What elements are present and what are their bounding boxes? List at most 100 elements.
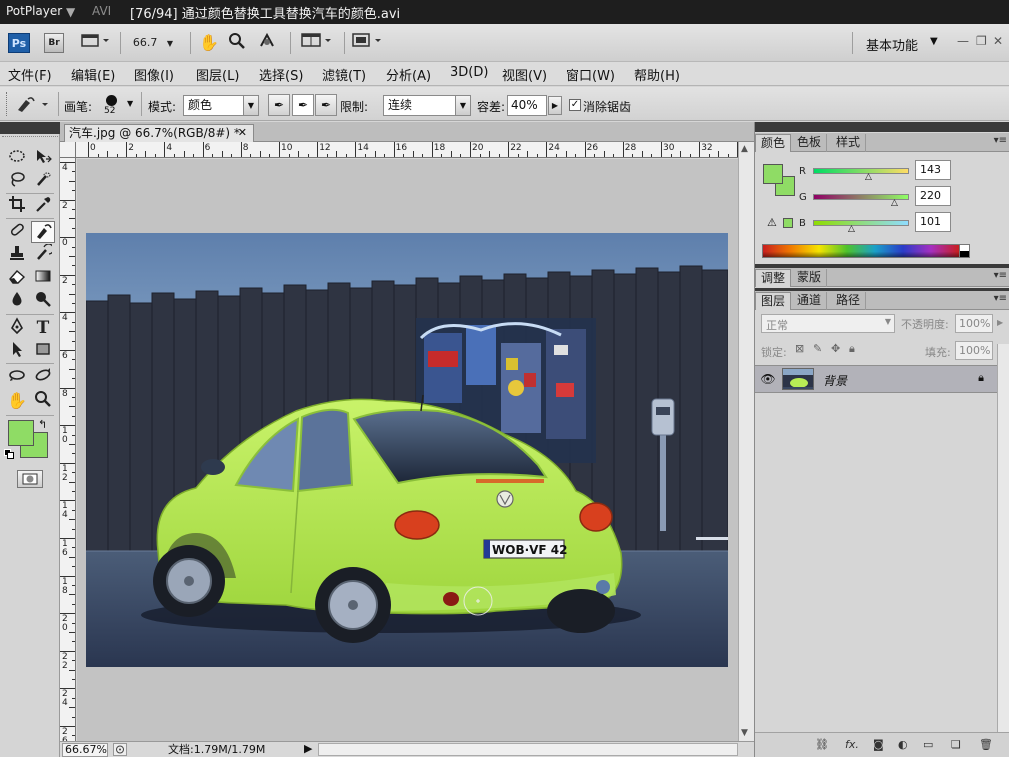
lock-all-icon[interactable]: 🔒︎ xyxy=(849,342,855,356)
opacity-input[interactable]: 100% xyxy=(955,314,993,333)
status-share-icon[interactable] xyxy=(113,743,127,756)
r-slider-track[interactable] xyxy=(813,168,909,174)
menu-edit[interactable]: 编辑(E) xyxy=(71,65,115,84)
hand-tool-icon[interactable]: ✋ xyxy=(5,390,29,412)
tolerance-slider-arrow-icon[interactable]: ▶ xyxy=(548,96,562,115)
sampling-continuous-icon[interactable]: ✒ xyxy=(268,94,290,116)
clone-stamp-tool-icon[interactable] xyxy=(5,244,29,266)
quick-selection-tool-icon[interactable] xyxy=(31,170,55,192)
g-slider-thumb[interactable]: △ xyxy=(891,199,898,208)
chevron-down-icon[interactable]: ▼ xyxy=(930,36,938,47)
healing-brush-tool-icon[interactable] xyxy=(5,221,29,243)
canvas-vertical-scrollbar[interactable]: ▲ ▼ xyxy=(738,142,754,742)
add-mask-icon[interactable]: ◙ xyxy=(873,738,884,751)
zoom-tool-icon[interactable] xyxy=(31,390,55,412)
quick-mask-button[interactable] xyxy=(17,470,43,488)
mode-dropdown[interactable]: 颜色 ▼ xyxy=(183,95,259,116)
color-replacement-tool-icon[interactable] xyxy=(31,221,55,243)
type-tool-icon[interactable]: T xyxy=(31,317,55,339)
player-menu-caret-icon[interactable]: ▼ xyxy=(66,5,75,19)
menu-select[interactable]: 选择(S) xyxy=(259,65,303,84)
crop-tool-icon[interactable] xyxy=(5,195,29,217)
color-panel-foreground-swatch[interactable] xyxy=(763,164,783,184)
tab-masks[interactable]: 蒙版 xyxy=(792,269,828,287)
layers-scrollbar[interactable] xyxy=(997,344,1009,732)
eraser-tool-icon[interactable] xyxy=(5,267,29,289)
new-layer-icon[interactable]: ❏ xyxy=(951,738,961,751)
panel-dock-header[interactable] xyxy=(755,122,1009,132)
tools-panel-header[interactable] xyxy=(0,122,60,134)
car-photo[interactable]: WOB·VF 42 xyxy=(86,233,728,667)
zoom-tool-icon[interactable] xyxy=(226,32,248,54)
menu-analysis[interactable]: 分析(A) xyxy=(386,65,431,84)
panel-menu-icon[interactable]: ▾≡ xyxy=(994,293,1007,304)
panel-menu-icon[interactable]: ▾≡ xyxy=(994,270,1007,281)
horizontal-ruler[interactable]: 0246810121416182022242628303234 xyxy=(76,142,738,158)
tab-layers[interactable]: 图层 xyxy=(755,292,792,310)
r-value-input[interactable]: 143 xyxy=(915,160,951,180)
menu-file[interactable]: 文件(F) xyxy=(8,65,52,84)
zoom-level-dropdown[interactable]: 66.7 ▼ xyxy=(128,32,178,54)
menu-help[interactable]: 帮助(H) xyxy=(634,65,680,84)
link-layers-icon[interactable]: ⛓ xyxy=(815,738,829,751)
g-value-input[interactable]: 220 xyxy=(915,186,951,206)
visibility-eye-icon[interactable]: 👁︎ xyxy=(759,370,777,388)
scroll-up-icon[interactable]: ▲ xyxy=(741,144,748,154)
tab-swatches[interactable]: 色板 xyxy=(792,134,828,152)
layer-name[interactable]: 背景 xyxy=(823,372,847,389)
hand-tool-icon[interactable]: ✋ xyxy=(198,32,220,54)
screen-mode-button[interactable] xyxy=(348,32,388,54)
fill-input[interactable]: 100% xyxy=(955,341,993,360)
new-group-icon[interactable]: ▭ xyxy=(923,738,933,751)
eyedropper-tool-icon[interactable] xyxy=(31,195,55,217)
sampling-once-icon[interactable]: ✒ xyxy=(292,94,314,116)
lock-transparent-icon[interactable]: ⊠ xyxy=(795,342,804,355)
lock-image-icon[interactable]: ✎ xyxy=(813,342,822,355)
move-tool-icon[interactable] xyxy=(31,148,55,170)
layer-row-background[interactable]: 👁︎ 背景 🔒︎ xyxy=(755,365,998,393)
tab-color[interactable]: 颜色 xyxy=(755,134,792,152)
antialias-checkbox[interactable]: ✓ xyxy=(569,99,581,111)
3d-orbit-tool-icon[interactable] xyxy=(31,366,55,388)
3d-rotate-tool-icon[interactable] xyxy=(5,366,29,388)
menu-filter[interactable]: 滤镜(T) xyxy=(322,65,366,84)
foreground-color-swatch[interactable] xyxy=(8,420,34,446)
status-menu-arrow-icon[interactable]: ▶ xyxy=(304,742,312,755)
blend-mode-dropdown[interactable]: 正常 ▼ xyxy=(761,314,895,333)
restore-icon[interactable]: ❐ xyxy=(976,34,987,48)
gradient-tool-icon[interactable] xyxy=(31,267,55,289)
rectangle-tool-icon[interactable] xyxy=(31,340,55,362)
tab-styles[interactable]: 样式 xyxy=(831,134,867,152)
bridge-logo-icon[interactable]: Br xyxy=(44,33,64,53)
close-tab-icon[interactable]: ✕ xyxy=(238,125,247,141)
vertical-ruler[interactable]: 4 2 0 2 4 6 8 1 0 1 2 1 4 1 6 1 8 2 0 2 2 2 4 2 6 xyxy=(60,158,76,742)
rotate-view-icon[interactable] xyxy=(254,32,280,54)
menu-window[interactable]: 窗口(W) xyxy=(566,65,615,84)
menu-3d[interactable]: 3D(D) xyxy=(450,65,488,80)
chevron-down-icon[interactable]: ▼ xyxy=(127,99,133,108)
b-slider-thumb[interactable]: △ xyxy=(848,225,855,234)
menu-image[interactable]: 图像(I) xyxy=(134,65,174,84)
adjustment-layer-icon[interactable]: ◐ xyxy=(898,738,908,751)
gamut-color-swatch[interactable] xyxy=(783,218,793,228)
scroll-down-icon[interactable]: ▼ xyxy=(741,728,748,738)
workspace-switcher[interactable]: 基本功能 xyxy=(866,35,918,54)
lock-position-icon[interactable]: ✥ xyxy=(831,342,840,355)
tab-adjustments[interactable]: 调整 xyxy=(755,269,792,287)
tolerance-input[interactable]: 40% xyxy=(507,95,547,116)
view-extras-button[interactable] xyxy=(78,32,112,54)
canvas-horizontal-scrollbar[interactable] xyxy=(318,743,738,756)
dodge-tool-icon[interactable] xyxy=(31,290,55,312)
b-slider-track[interactable] xyxy=(813,220,909,226)
lasso-tool-icon[interactable] xyxy=(5,170,29,192)
layer-style-icon[interactable]: fx. xyxy=(845,738,859,751)
canvas-area[interactable]: WOB·VF 42 xyxy=(77,159,738,742)
color-spectrum-bar[interactable] xyxy=(762,244,960,258)
player-name[interactable]: PotPlayer xyxy=(6,4,62,18)
photoshop-logo-icon[interactable]: Ps xyxy=(8,33,30,53)
panel-menu-icon[interactable]: ▾≡ xyxy=(994,135,1007,146)
tab-paths[interactable]: 路径 xyxy=(831,292,867,310)
delete-layer-icon[interactable]: 🗑︎ xyxy=(979,738,993,751)
black-white-swatch[interactable] xyxy=(960,244,970,258)
elliptical-marquee-tool-icon[interactable] xyxy=(5,148,29,170)
